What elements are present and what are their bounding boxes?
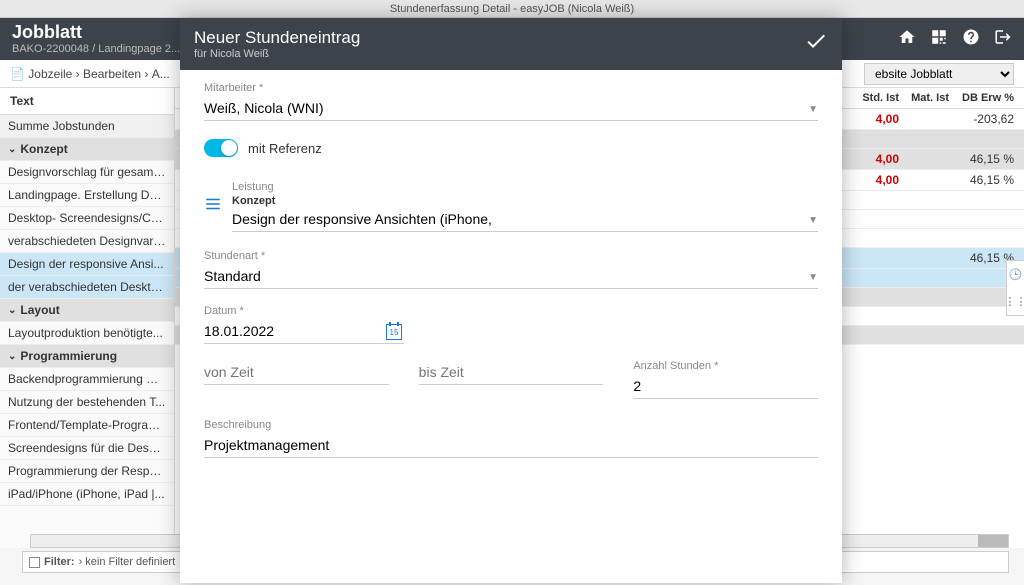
from-time-input[interactable] bbox=[204, 360, 389, 385]
tree-row[interactable]: Layoutproduktion benötigte... bbox=[0, 322, 174, 345]
tree-row[interactable]: Landingpage. Erstellung De... bbox=[0, 184, 174, 207]
description-input[interactable] bbox=[204, 433, 818, 458]
tree-row[interactable]: Nutzung der bestehenden T... bbox=[0, 391, 174, 414]
employee-label: Mitarbeiter * bbox=[204, 82, 818, 94]
col-std-ist: Std. Ist bbox=[854, 92, 909, 104]
tree-header: Text bbox=[0, 88, 174, 115]
home-icon[interactable] bbox=[898, 28, 916, 51]
scrollbar-thumb[interactable] bbox=[978, 535, 1008, 547]
filter-text: › kein Filter definiert bbox=[79, 556, 176, 568]
hourtype-field-group: Stundenart * ▼ bbox=[204, 250, 818, 289]
hours-input[interactable] bbox=[633, 374, 818, 399]
calendar-icon[interactable]: 15 bbox=[386, 324, 402, 340]
date-row: Datum * 15 bbox=[204, 305, 818, 344]
breadcrumb-item-bearbeiten[interactable]: Bearbeiten bbox=[83, 67, 141, 81]
service-category: Konzept bbox=[232, 195, 818, 207]
reference-toggle[interactable] bbox=[204, 139, 238, 157]
tree-row[interactable]: Backendprogrammierung W... bbox=[0, 368, 174, 391]
employee-field-group: Mitarbeiter * ▼ bbox=[204, 82, 818, 121]
hours-field: Anzahl Stunden * bbox=[633, 360, 818, 399]
tree-row[interactable]: Design der responsive Ansi... bbox=[0, 253, 174, 276]
apps-icon[interactable] bbox=[930, 28, 948, 51]
tree-row[interactable]: ⌄ Konzept bbox=[0, 138, 174, 161]
header-actions bbox=[898, 28, 1012, 51]
chevron-down-icon[interactable]: ⌄ bbox=[8, 144, 16, 155]
tree-row[interactable]: ⌄ Layout bbox=[0, 299, 174, 322]
window-titlebar: Stundenerfassung Detail - easyJOB (Nicol… bbox=[0, 0, 1024, 18]
breadcrumb-item-jobzeile[interactable]: Jobzeile bbox=[28, 67, 72, 81]
hourtype-label: Stundenart * bbox=[204, 250, 818, 262]
drag-handle-icon[interactable]: ⋮⋮ bbox=[1005, 295, 1024, 308]
tree-row[interactable]: ⌄ Programmierung bbox=[0, 345, 174, 368]
service-field-row: Leistung Konzept ▼ bbox=[204, 181, 818, 232]
hourtype-input[interactable] bbox=[204, 264, 818, 289]
modal-title: Neuer Stundeneintrag bbox=[194, 28, 804, 48]
from-time-field bbox=[204, 360, 389, 399]
breadcrumb-item-a[interactable]: A... bbox=[152, 67, 170, 81]
time-entry-modal: Neuer Stundeneintrag für Nicola Weiß Mit… bbox=[180, 18, 842, 583]
employee-input[interactable] bbox=[204, 96, 818, 121]
date-input[interactable] bbox=[204, 319, 404, 344]
to-time-input[interactable] bbox=[419, 360, 604, 385]
filter-label: Filter: bbox=[44, 556, 75, 568]
col-db-erw: DB Erw % bbox=[959, 92, 1024, 104]
modal-body: Mitarbeiter * ▼ mit Referenz Leistung Ko… bbox=[180, 70, 842, 583]
to-time-field bbox=[419, 360, 604, 399]
description-label: Beschreibung bbox=[204, 419, 818, 431]
tree-row[interactable]: Programmierung der Respo... bbox=[0, 460, 174, 483]
modal-subtitle: für Nicola Weiß bbox=[194, 48, 804, 60]
date-field-group: Datum * 15 bbox=[204, 305, 404, 344]
tree-row[interactable]: iPad/iPhone (iPhone, iPad |... bbox=[0, 483, 174, 506]
hours-label: Anzahl Stunden * bbox=[633, 360, 818, 372]
chevron-down-icon[interactable]: ▼ bbox=[808, 215, 818, 226]
reference-toggle-row: mit Referenz bbox=[204, 139, 818, 157]
description-field-group: Beschreibung bbox=[204, 419, 818, 458]
chevron-down-icon[interactable]: ▼ bbox=[808, 272, 818, 283]
side-widget[interactable]: 🕒 ⋮⋮ bbox=[1006, 260, 1024, 316]
filter-checkbox[interactable] bbox=[29, 557, 40, 568]
col-mat-ist: Mat. Ist bbox=[909, 92, 959, 104]
chevron-down-icon[interactable]: ▼ bbox=[808, 104, 818, 115]
service-label: Leistung bbox=[232, 181, 818, 193]
clock-icon[interactable]: 🕒 bbox=[1009, 268, 1023, 281]
tree-row[interactable]: verabschiedeten Designvari... bbox=[0, 230, 174, 253]
tree-row[interactable]: Designvorschlag für gesamt... bbox=[0, 161, 174, 184]
date-label: Datum * bbox=[204, 305, 404, 317]
tree-row[interactable]: Desktop- Screendesigns/Co... bbox=[0, 207, 174, 230]
tree-row[interactable]: Frontend/Template-Program... bbox=[0, 414, 174, 437]
help-icon[interactable] bbox=[962, 28, 980, 51]
breadcrumb-doc-icon: 📄 bbox=[10, 67, 25, 81]
chevron-down-icon[interactable]: ⌄ bbox=[8, 351, 16, 362]
tree-row[interactable]: Screendesigns für die Deskt... bbox=[0, 437, 174, 460]
logout-icon[interactable] bbox=[994, 28, 1012, 51]
service-input[interactable] bbox=[232, 207, 818, 232]
view-select[interactable]: ebsite Jobblatt bbox=[864, 63, 1014, 85]
time-row: Anzahl Stunden * bbox=[204, 360, 818, 399]
tree-row[interactable]: der verabschiedeten Deskto... bbox=[0, 276, 174, 299]
list-icon[interactable] bbox=[204, 195, 222, 218]
confirm-button[interactable] bbox=[804, 29, 828, 59]
modal-header: Neuer Stundeneintrag für Nicola Weiß bbox=[180, 18, 842, 70]
reference-toggle-label: mit Referenz bbox=[248, 141, 322, 156]
tree-row[interactable]: Summe Jobstunden bbox=[0, 115, 174, 138]
tree-panel: Text Summe Jobstunden⌄ KonzeptDesignvors… bbox=[0, 88, 175, 548]
chevron-down-icon[interactable]: ⌄ bbox=[8, 305, 16, 316]
